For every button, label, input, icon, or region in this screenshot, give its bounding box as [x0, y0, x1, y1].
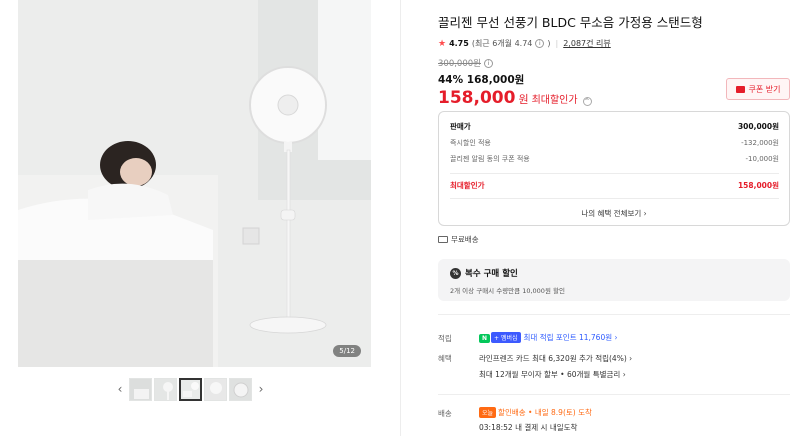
info-icon[interactable]: i	[535, 39, 545, 48]
price-row-value: 300,000원	[737, 122, 779, 131]
benefits-label: 혜택	[438, 354, 452, 363]
rating-score: 4.75	[449, 39, 469, 48]
original-price-row: 300,000원 i	[438, 57, 493, 69]
coupon-button-label: 쿠폰 받기	[748, 84, 781, 94]
shipping-row: 무료배송	[438, 234, 479, 245]
price-row-label: 판매가	[450, 122, 471, 131]
shipping-note: 무료배송	[451, 235, 479, 244]
view-all-benefits-link[interactable]: 나의 혜택 전체보기 ›	[439, 208, 789, 219]
multi-purchase-box: % 복수 구매 할인 2개 이상 구매시 수량만큼 10,000원 할인	[438, 259, 790, 301]
benefit-installment-line[interactable]: 최대 12개월 무이자 할부 • 60개월 특별금리 ›	[479, 369, 626, 380]
prev-image-arrow[interactable]: ‹	[113, 382, 127, 396]
percent-icon: %	[450, 267, 461, 279]
product-gallery: 5/12 ‹ ›	[0, 0, 400, 436]
coupon-icon	[735, 85, 745, 93]
final-price-row: 158,000 원 최대할인가 ^	[438, 88, 592, 108]
product-info-panel: 끌리젠 무선 선풍기 BLDC 무소음 가정용 스탠드형 ★ 4.75 (최근 …	[438, 0, 792, 436]
star-icon: ★	[438, 38, 447, 49]
sale-price-row: 44% 168,000원	[438, 72, 524, 87]
final-price-unit: 원	[518, 93, 529, 106]
price-row-coupon: 끌리젠 알림 동의 쿠폰 적용 -10,000원	[450, 154, 779, 164]
multi-purchase-title: 복수 구매 할인	[465, 269, 518, 279]
delivery-text: 할인배송 • 내일 8.9(토) 도착	[498, 408, 592, 417]
price-row-value: -10,000원	[745, 155, 779, 163]
npay-badge: N	[479, 334, 491, 343]
price-row-label: 끌리젠 알림 동의 쿠폰 적용	[450, 155, 530, 163]
today-delivery-badge: 오늘	[479, 407, 497, 418]
original-price: 300,000원	[438, 59, 481, 69]
benefit-card-line[interactable]: 라인프렌즈 카드 최대 6,320원 추가 적립(4%) ›	[479, 353, 632, 364]
rating-recent: (최근 6개월 4.74	[471, 39, 533, 48]
column-divider	[400, 0, 401, 436]
delivery-label: 배송	[438, 409, 452, 418]
coupon-button[interactable]: 쿠폰 받기	[726, 78, 790, 100]
product-title: 끌리젠 무선 선풍기 BLDC 무소음 가정용 스탠드형	[438, 15, 703, 30]
multi-purchase-description: 2개 이상 구매시 수량만큼 10,000원 할인	[450, 287, 565, 295]
separator: |	[555, 39, 559, 48]
thumbnail-2[interactable]	[154, 377, 177, 401]
sale-price: 168,000원	[466, 74, 525, 86]
divider	[450, 173, 779, 174]
product-photo	[18, 0, 371, 367]
discount-rate: 44%	[438, 74, 464, 86]
rating-row: ★ 4.75 (최근 6개월 4.74 i) | 2,087건 리뷰	[438, 38, 611, 49]
thumbnail-3[interactable]	[179, 377, 202, 401]
section-divider	[438, 394, 790, 395]
multi-purchase-title-row: % 복수 구매 할인	[450, 267, 518, 279]
image-page-indicator: 5/12	[333, 345, 361, 357]
truck-icon	[438, 236, 448, 243]
price-row-max: 최대할인가 158,000원	[450, 180, 779, 191]
thumbnail-strip: ‹ ›	[113, 376, 268, 402]
final-price-label: 최대할인가	[531, 95, 578, 106]
final-price: 158,000	[438, 88, 516, 108]
next-image-arrow[interactable]: ›	[254, 382, 268, 396]
thumbnail-1[interactable]	[129, 377, 152, 401]
points-text: 최대 적립 포인트 11,760원 ›	[523, 333, 618, 342]
points-row[interactable]: N + 멤버십 최대 적립 포인트 11,760원 ›	[479, 332, 618, 343]
thumbnail-4[interactable]	[204, 377, 227, 401]
membership-badge: + 멤버십	[491, 332, 521, 343]
max-price-value: 158,000원	[737, 181, 779, 190]
delivery-subtext: 03:18:52 내 결제 시 내일도착	[479, 423, 578, 432]
rating-recent-close: )	[547, 39, 551, 48]
delivery-row[interactable]: 오늘 할인배송 • 내일 8.9(토) 도착	[479, 407, 592, 418]
thumbnail-5[interactable]	[229, 377, 252, 401]
price-row-label: 즉시할인 적용	[450, 139, 491, 147]
price-row-value: -132,000원	[741, 139, 779, 147]
chevron-up-icon[interactable]: ^	[582, 97, 592, 106]
price-info-icon[interactable]: i	[483, 58, 493, 68]
section-divider	[438, 314, 790, 315]
max-price-label: 최대할인가	[450, 181, 485, 190]
divider	[450, 198, 779, 199]
price-row-list: 판매가 300,000원	[450, 121, 779, 132]
product-main-image[interactable]: 5/12	[18, 0, 371, 367]
review-count-link[interactable]: 2,087건 리뷰	[563, 38, 611, 49]
points-label: 적립	[438, 334, 452, 343]
price-breakdown-box: 판매가 300,000원 즉시할인 적용 -132,000원 끌리젠 알림 동의…	[438, 111, 790, 226]
price-row-instant: 즉시할인 적용 -132,000원	[450, 138, 779, 148]
